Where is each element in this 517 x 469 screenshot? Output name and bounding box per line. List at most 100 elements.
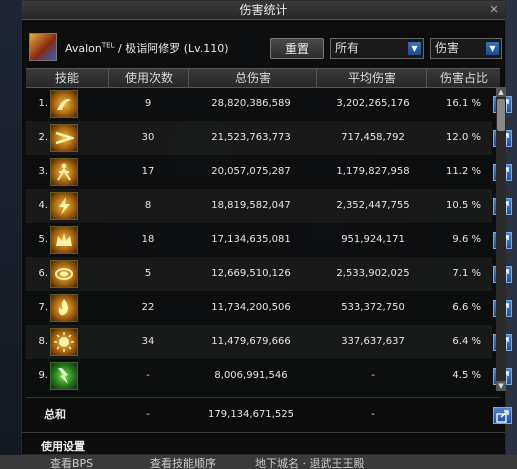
game-bottom-bar: 查看BPS 查看技能顺序 地下城名 · 退武王王殿	[0, 455, 517, 469]
row-number: 6.	[38, 268, 48, 279]
total-damage: 12,669,510,126	[211, 268, 291, 279]
avatar	[29, 33, 57, 61]
total-damage: 20,057,075,287	[211, 166, 291, 177]
lightning-fist-skill-icon	[50, 192, 78, 220]
share-button[interactable]	[493, 407, 512, 424]
average-damage: 337,637,637	[341, 336, 405, 347]
table-row: 6. 5 12,669,510,126 2,533,902,025 7.1 %	[26, 257, 512, 291]
table-row: 7. 22 11,734,200,506 533,372,750 6.6 %	[26, 291, 512, 325]
damage-share: 6.4 %	[452, 336, 481, 347]
flame-slash-skill-icon	[50, 294, 78, 322]
table-row: 3. 17 20,057,075,287 1,179,827,958 11.2 …	[26, 155, 512, 189]
damage-share: 16.1 %	[446, 98, 481, 109]
type-select-value: 伤害	[435, 41, 460, 55]
chevron-down-icon[interactable]: ▼	[408, 42, 421, 55]
chevron-down-icon[interactable]: ▼	[486, 42, 499, 55]
ring-wave-skill-icon	[50, 260, 78, 288]
share-icon	[496, 410, 509, 423]
average-damage: -	[371, 370, 375, 381]
scroll-down-icon[interactable]: ▼	[496, 381, 506, 391]
settings-footer: 使用设置	[22, 432, 505, 457]
row-number: 4.	[38, 200, 48, 211]
row-number: 8.	[38, 336, 48, 347]
row-number: 7.	[38, 302, 48, 313]
figure-dash-skill-icon	[50, 158, 78, 186]
damage-share: 9.6 %	[452, 234, 481, 245]
use-count: 30	[141, 132, 155, 143]
column-header-count[interactable]: 使用次数	[108, 69, 189, 87]
average-damage: 2,352,447,755	[336, 200, 410, 211]
total-damage: 21,523,763,773	[211, 132, 291, 143]
total-damage-sum: 179,134,671,525	[208, 409, 294, 420]
bottom-text-dungeon: 地下城名 · 退武王王殿	[255, 457, 365, 469]
table-row: 4. 8 18,819,582,047 2,352,447,755 10.5 %	[26, 189, 512, 223]
scroll-up-icon[interactable]: ▲	[496, 87, 506, 97]
average-damage: 717,458,792	[341, 132, 405, 143]
player-name: Avalon	[65, 42, 102, 55]
reset-button[interactable]: 重置	[270, 38, 324, 59]
window-title: 伤害统计	[239, 3, 288, 17]
bottom-text-skill-order[interactable]: 查看技能顺序	[150, 455, 216, 469]
table-scrollbar[interactable]: ▲ ▼	[496, 87, 506, 391]
usage-settings-button[interactable]: 使用设置	[41, 438, 85, 454]
use-count: 8	[144, 200, 152, 211]
green-lightning-skill-icon	[50, 362, 78, 390]
total-damage: 11,479,679,666	[211, 336, 291, 347]
total-damage: 28,820,386,589	[211, 98, 291, 109]
use-count: 17	[141, 166, 155, 177]
damage-share: 4.5 %	[452, 370, 481, 381]
damage-share: 11.2 %	[446, 166, 481, 177]
column-header-total[interactable]: 总伤害	[188, 69, 317, 87]
total-average-damage: -	[371, 409, 375, 420]
crown-burst-skill-icon	[50, 226, 78, 254]
row-number: 1.	[38, 98, 48, 109]
total-use-count: -	[146, 409, 150, 420]
fire-wave-skill-icon	[50, 90, 78, 118]
column-header-pct[interactable]: 伤害占比	[426, 69, 501, 87]
row-number: 5.	[38, 234, 48, 245]
table-header: 技能 使用次数 总伤害 平均伤害 伤害占比	[26, 68, 500, 88]
damage-stats-window: 伤害统计 ✕ AvalonTEL / 极诣阿修罗 (Lv.110) 重置 所有 …	[21, 0, 512, 457]
table-row: 2. 30 21,523,763,773 717,458,792 12.0 %	[26, 121, 512, 155]
sun-face-skill-icon	[50, 328, 78, 356]
player-class-level: / 极诣阿修罗 (Lv.110)	[114, 42, 229, 55]
damage-share: 12.0 %	[446, 132, 481, 143]
table-row: 1. 9 28,820,386,589 3,202,265,176 16.1 %	[26, 87, 512, 121]
column-header-skill[interactable]: 技能	[26, 69, 108, 87]
damage-share: 10.5 %	[446, 200, 481, 211]
average-damage: 1,179,827,958	[336, 166, 410, 177]
row-number: 2.	[38, 132, 48, 143]
player-tag: TEL	[101, 41, 115, 50]
use-count: 5	[144, 268, 152, 279]
average-damage: 2,533,902,025	[336, 268, 410, 279]
close-icon[interactable]: ✕	[487, 3, 501, 16]
bottom-text-dps[interactable]: 查看BPS	[50, 455, 93, 469]
damage-share: 6.6 %	[452, 302, 481, 313]
total-label: 总和	[44, 408, 66, 421]
type-select[interactable]: 伤害 ▼	[430, 38, 502, 59]
table-row: 8. 34 11,479,679,666 337,637,637 6.4 %	[26, 325, 512, 359]
total-damage: 18,819,582,047	[211, 200, 291, 211]
filter-select[interactable]: 所有 ▼	[330, 38, 424, 59]
column-header-avg[interactable]: 平均伤害	[316, 69, 427, 87]
table-row: 5. 18 17,134,635,081 951,924,171 9.6 %	[26, 223, 512, 257]
use-count: 18	[141, 234, 155, 245]
total-damage: 17,134,635,081	[211, 234, 291, 245]
player-info: AvalonTEL / 极诣阿修罗 (Lv.110)	[65, 40, 229, 56]
damage-share: 7.1 %	[452, 268, 481, 279]
use-count: -	[146, 370, 150, 381]
use-count: 22	[141, 302, 155, 313]
window-titlebar[interactable]: 伤害统计 ✕	[22, 1, 505, 20]
average-damage: 533,372,750	[341, 302, 405, 313]
triple-slash-skill-icon	[50, 124, 78, 152]
scroll-thumb[interactable]	[497, 99, 505, 131]
use-count: 34	[141, 336, 155, 347]
header-bar: AvalonTEL / 极诣阿修罗 (Lv.110) 重置 所有 ▼ 伤害 ▼	[22, 23, 505, 65]
average-damage: 951,924,171	[341, 234, 405, 245]
row-number: 9.	[38, 370, 48, 381]
average-damage: 3,202,265,176	[336, 98, 410, 109]
row-number: 3.	[38, 166, 48, 177]
total-row: 总和 - 179,134,671,525 -	[26, 397, 512, 432]
total-damage: 11,734,200,506	[211, 302, 291, 313]
use-count: 9	[144, 98, 152, 109]
